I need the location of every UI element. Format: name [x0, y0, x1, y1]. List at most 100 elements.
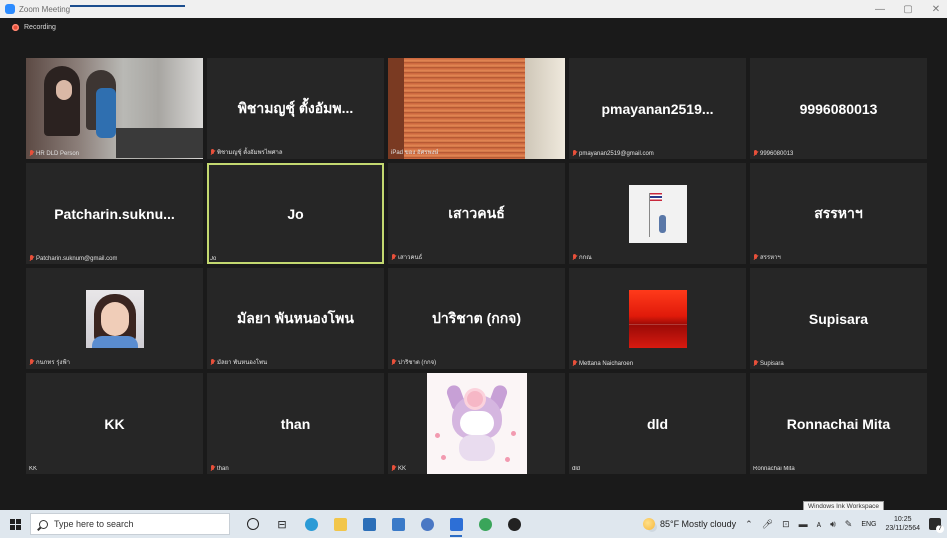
- participant-tile[interactable]: ปาริชาต (กกจ) ปาริชาต (กกจ): [388, 268, 565, 369]
- participant-avatar: [426, 373, 527, 474]
- participant-name-text: pmayanan2519@gmail.com: [579, 150, 654, 157]
- participant-name-text: iPad ของ อัศรพงษ์: [391, 150, 439, 156]
- participant-name-text: KK: [398, 465, 407, 472]
- windows-icon: [9, 518, 21, 530]
- recording-label: Recording: [24, 24, 56, 31]
- taskbar-search-box[interactable]: Type here to search: [30, 513, 230, 535]
- clock-date: 23/11/2564: [885, 525, 920, 532]
- edge-icon[interactable]: [302, 515, 320, 533]
- participant-tile[interactable]: เสาวคนธ์ เสาวคนธ์: [388, 163, 565, 264]
- participant-name-label: KK: [391, 465, 406, 472]
- start-button[interactable]: [0, 510, 30, 538]
- participant-name-label: HR DLD Person: [29, 150, 79, 157]
- zoom-icon[interactable]: [447, 515, 465, 537]
- app-icon[interactable]: [418, 515, 436, 533]
- participant-tile[interactable]: กกณ: [569, 163, 746, 264]
- participant-name-label: ปาริชาต (กกจ): [391, 357, 436, 367]
- participant-avatar: [628, 289, 687, 348]
- network-icon[interactable]: ⊡: [782, 519, 790, 530]
- participant-tile[interactable]: KK KK: [26, 373, 203, 474]
- language-indicator[interactable]: ENG: [861, 521, 876, 528]
- obs-icon[interactable]: [505, 515, 523, 533]
- muted-microphone-icon: [29, 150, 34, 157]
- cortana-icon[interactable]: [244, 515, 262, 533]
- store-icon[interactable]: [360, 515, 378, 533]
- participant-display-name: Jo: [287, 205, 304, 222]
- participant-tile[interactable]: Mettana Naicharoen: [569, 268, 746, 369]
- title-bar: Zoom Meeting — ▢ ✕: [0, 0, 947, 18]
- participant-tile[interactable]: Ronnachai Mita Ronnachai Mita: [750, 373, 927, 474]
- taskbar-apps: ⊟: [244, 515, 523, 537]
- participant-name-text: Supisara: [760, 360, 784, 367]
- participant-name-text: กกณ: [579, 255, 592, 261]
- volume-icon[interactable]: 🔊︎: [830, 519, 836, 530]
- participant-display-name: Patcharin.suknu...: [54, 205, 175, 222]
- participant-avatar: [628, 184, 687, 243]
- participant-tile[interactable]: dld dld: [569, 373, 746, 474]
- participant-tile[interactable]: Supisara Supisara: [750, 268, 927, 369]
- participant-name-label: iPad ของ อัศรพงษ์: [391, 147, 438, 157]
- teams-icon[interactable]: [389, 515, 407, 533]
- participant-tile[interactable]: pmayanan2519... pmayanan2519@gmail.com: [569, 58, 746, 159]
- muted-microphone-icon: [572, 253, 577, 261]
- title-highlight: [70, 5, 185, 7]
- participant-name-label: dld: [572, 466, 580, 472]
- weather-icon: [642, 518, 655, 530]
- participant-tile[interactable]: พิชามญชุ์ ตั้งอัมพ... พิชามญชุ์ ตั้งอัมพร…: [207, 58, 384, 159]
- participant-tile[interactable]: Patcharin.suknu... Patcharin.suknum@gmail…: [26, 163, 203, 264]
- system-tray: 85°F Mostly cloudy ⌃ 🎤︎ ⊡ ▬ ᴀ 🔊︎ ✎ ENG 1…: [642, 510, 947, 538]
- notification-icon[interactable]: 7: [929, 518, 944, 533]
- muted-microphone-icon: [210, 148, 215, 156]
- battery-icon[interactable]: ▬: [799, 519, 808, 529]
- window-controls: — ▢ ✕: [873, 0, 943, 18]
- participant-name-text: than: [217, 465, 229, 472]
- participant-display-name: พิชามญชุ์ ตั้งอัมพ...: [237, 99, 354, 116]
- participant-name-label: มัลยา พันหนองโพน: [210, 357, 267, 367]
- minimize-button[interactable]: —: [873, 4, 887, 15]
- participant-tile[interactable]: iPad ของ อัศรพงษ์: [388, 58, 565, 159]
- participant-name-label: กกณ: [572, 252, 592, 262]
- participant-tile[interactable]: มัลยา พันหนองโพน มัลยา พันหนองโพน: [207, 268, 384, 369]
- weather-widget[interactable]: 85°F Mostly cloudy: [642, 518, 736, 530]
- participant-display-name: สรรหาฯ: [814, 204, 863, 221]
- meeting-area: Recording HR DLD Person พิชามญชุ์ ตั้งอัม…: [0, 18, 947, 510]
- participant-name-text: สรรหาฯ: [760, 255, 781, 261]
- participant-display-name: เสาวคนธ์: [448, 204, 505, 221]
- zoom-logo-icon: [5, 4, 15, 14]
- participant-tile[interactable]: Jo Jo: [207, 163, 384, 264]
- task-view-icon[interactable]: ⊟: [273, 515, 291, 533]
- muted-microphone-icon: [29, 255, 34, 262]
- ime-icon[interactable]: ᴀ: [817, 519, 821, 529]
- participant-tile[interactable]: สรรหาฯ สรรหาฯ: [750, 163, 927, 264]
- participant-name-text: 9996080013: [760, 150, 794, 157]
- muted-microphone-icon: [391, 465, 396, 472]
- participant-tile[interactable]: KK: [388, 373, 565, 474]
- participant-name-text: Jo: [210, 256, 217, 262]
- chrome-icon[interactable]: [476, 515, 494, 533]
- pen-icon[interactable]: ✎: [845, 519, 853, 530]
- participant-name-label: pmayanan2519@gmail.com: [572, 150, 654, 157]
- file-explorer-icon[interactable]: [331, 515, 349, 533]
- participant-tile[interactable]: HR DLD Person: [26, 58, 203, 159]
- participant-tile[interactable]: 9996080013 9996080013: [750, 58, 927, 159]
- search-placeholder: Type here to search: [54, 519, 134, 529]
- recording-icon: [12, 24, 19, 31]
- show-hidden-icons-chevron-icon[interactable]: ⌃: [745, 519, 753, 530]
- participant-tile[interactable]: กนกทร รุ่งฟ้า: [26, 268, 203, 369]
- participant-display-name: dld: [647, 415, 668, 432]
- close-button[interactable]: ✕: [929, 4, 943, 15]
- participant-video: [388, 58, 565, 159]
- recording-indicator[interactable]: Recording: [12, 24, 56, 31]
- microphone-tray-icon[interactable]: 🎤︎: [762, 519, 773, 530]
- participant-name-label: Patcharin.suknum@gmail.com: [29, 255, 117, 262]
- clock[interactable]: 10:25 23/11/2564: [885, 515, 920, 533]
- participant-display-name: ปาริชาต (กกจ): [431, 309, 522, 326]
- maximize-button[interactable]: ▢: [901, 4, 915, 15]
- participant-name-text: มัลยา พันหนองโพน: [217, 360, 268, 366]
- muted-microphone-icon: [210, 465, 215, 472]
- participant-name-label: Jo: [210, 256, 216, 262]
- participant-name-label: เสาวคนธ์: [391, 252, 422, 262]
- participant-tile[interactable]: than than: [207, 373, 384, 474]
- participant-name-text: Patcharin.suknum@gmail.com: [36, 255, 118, 262]
- participant-name-text: KK: [29, 466, 38, 472]
